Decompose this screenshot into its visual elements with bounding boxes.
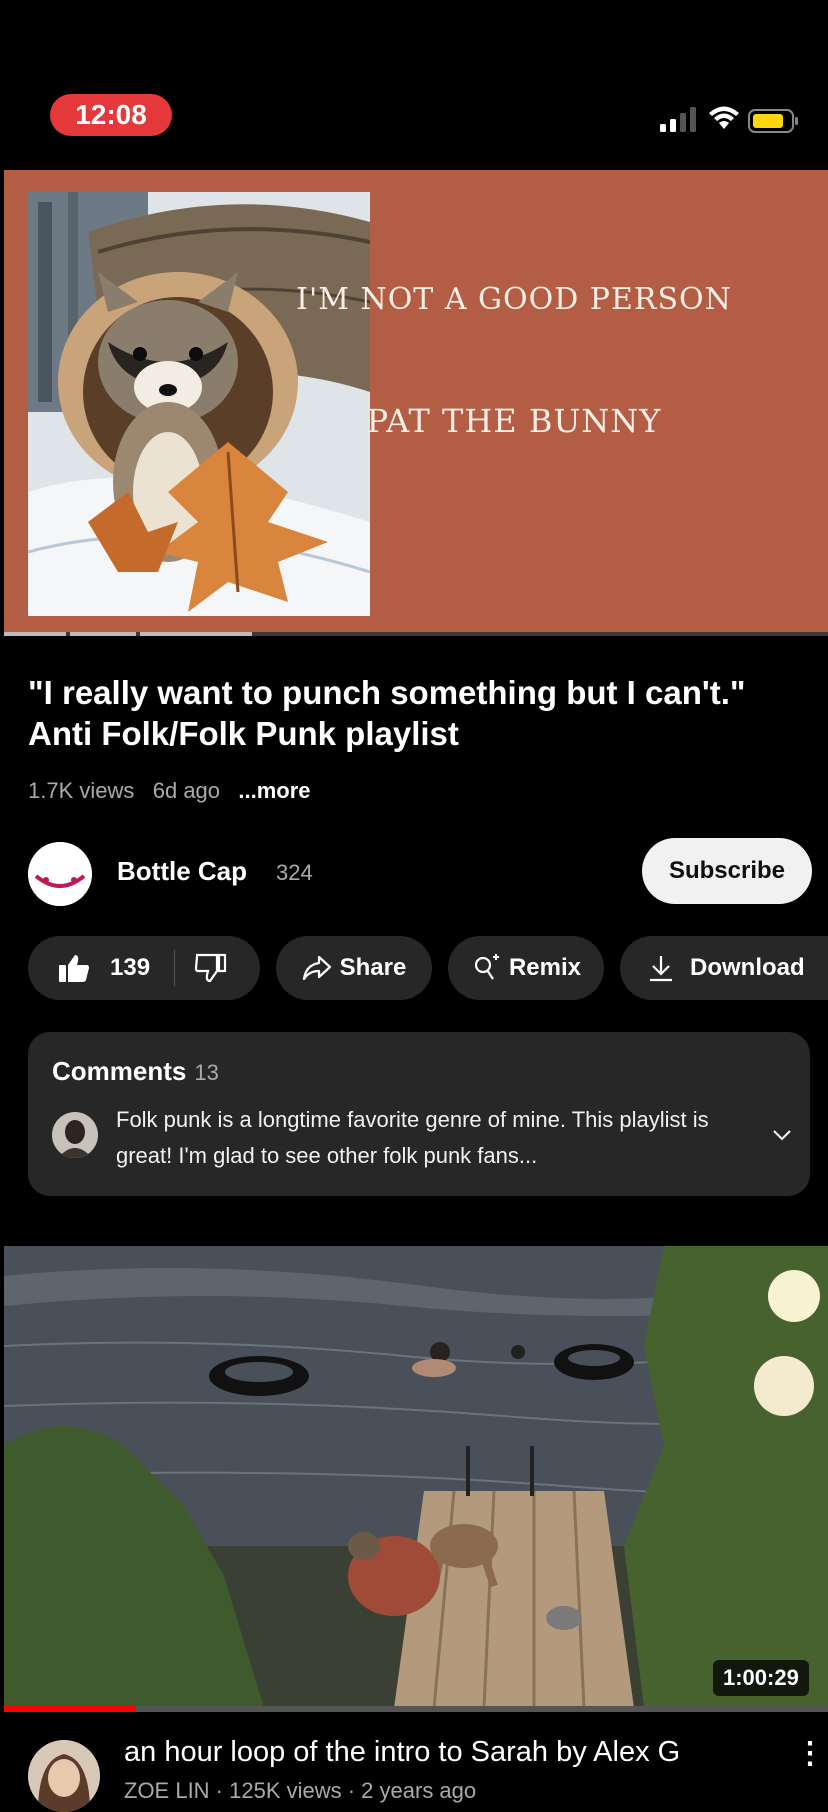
view-count: 1.7K views <box>28 778 135 803</box>
art-text-line-1: I'M NOT A GOOD PERSON <box>296 282 732 317</box>
next-video-title[interactable]: an hour loop of the intro to Sarah by Al… <box>124 1736 744 1769</box>
comments-header: Comments 13 <box>52 1056 219 1087</box>
next-video-subtitle: ZOE LIN · 125K views · 2 years ago <box>124 1778 477 1803</box>
thumbs-up-icon <box>59 955 89 982</box>
like-count: 139 <box>110 954 151 981</box>
channel-avatar[interactable] <box>28 842 92 906</box>
status-time: 12:08 <box>50 94 172 136</box>
share-label: Share <box>339 954 407 981</box>
chapter-segment <box>140 632 252 636</box>
video-player[interactable]: I'M NOT A GOOD PERSON PAT THE BUNNY <box>4 170 828 636</box>
like-button[interactable]: 139 <box>28 953 150 983</box>
video-meta[interactable]: 1.7K views 6d ago ...more <box>28 778 311 804</box>
wifi-icon <box>708 104 740 135</box>
remix-label: Remix <box>508 954 582 981</box>
top-comment-text: Folk punk is a longtime favorite genre o… <box>116 1107 709 1168</box>
remix-button[interactable]: Remix <box>448 936 604 1000</box>
more-link[interactable]: ...more <box>238 778 310 803</box>
battery-icon <box>748 108 800 139</box>
share-icon <box>302 955 331 981</box>
download-button[interactable]: Download <box>620 936 828 1000</box>
duration-badge: 1:00:29 <box>713 1660 809 1696</box>
subscribe-button[interactable]: Subscribe <box>642 838 812 904</box>
more-options-icon[interactable]: ⋮ <box>795 1736 825 1771</box>
upload-age: 6d ago <box>152 778 221 803</box>
next-video-thumbnail[interactable] <box>4 1246 828 1708</box>
pill-divider <box>174 950 176 986</box>
subscriber-count: 324 <box>276 860 313 885</box>
channel-name[interactable]: Bottle Cap <box>117 856 247 887</box>
remix-icon <box>474 954 499 980</box>
download-icon <box>650 956 672 982</box>
watch-progress-fill <box>4 1706 136 1712</box>
chapter-segment <box>4 632 66 636</box>
next-video-channel-avatar[interactable] <box>28 1740 100 1812</box>
dislike-button[interactable] <box>195 953 227 983</box>
cellular-signal-icon <box>660 106 698 137</box>
comments-card[interactable]: Comments 13 Folk punk is a longtime favor… <box>28 1032 810 1196</box>
commenter-avatar[interactable] <box>52 1112 98 1158</box>
like-dislike-group: 139 <box>28 936 260 1000</box>
comments-count: 13 <box>194 1060 219 1085</box>
download-label: Download <box>690 954 805 981</box>
comments-title: Comments <box>52 1056 187 1086</box>
video-title[interactable]: "I really want to punch something but I … <box>28 672 788 754</box>
art-text-line-2: PAT THE BUNNY <box>366 402 662 440</box>
share-button[interactable]: Share <box>276 936 432 1000</box>
chapter-segment <box>70 632 136 636</box>
thumbs-down-icon <box>195 953 227 983</box>
chevron-down-icon[interactable] <box>772 1128 792 1146</box>
